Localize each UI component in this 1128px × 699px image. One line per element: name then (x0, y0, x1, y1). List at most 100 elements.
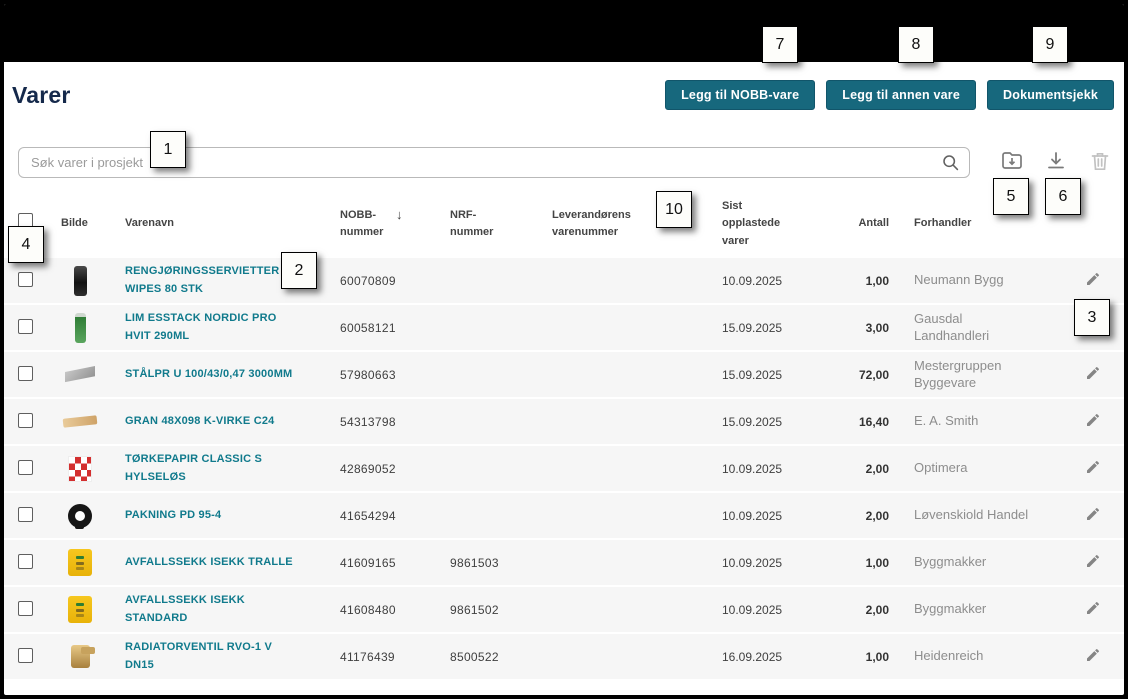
dealer-name: Gausdal Landhandleri (901, 311, 1061, 344)
product-thumbnail (75, 313, 86, 343)
last-uploaded-date: 10.09.2025 (709, 509, 839, 523)
pencil-icon (1085, 600, 1101, 619)
last-uploaded-date: 10.09.2025 (709, 556, 839, 570)
last-uploaded-date: 15.09.2025 (709, 368, 839, 382)
edit-button[interactable] (1080, 503, 1106, 529)
column-header-name: Varenavn (112, 215, 327, 232)
product-name-link[interactable]: RENGJØRINGSSERVIETTER WIPES 80 STK (125, 263, 303, 297)
download-icon (1044, 149, 1068, 176)
annotation-callout-9: 9 (1032, 26, 1068, 63)
dealer-name: Heidenreich (901, 648, 1061, 664)
pencil-icon (1085, 365, 1101, 384)
product-name-link[interactable]: PAKNING PD 95-4 (125, 507, 221, 524)
last-uploaded-date: 15.09.2025 (709, 321, 839, 335)
table-body: RENGJØRINGSSERVIETTER WIPES 80 STK 60070… (4, 258, 1124, 681)
table-header-row: Bilde Varenavn NOBB-nummer↓ NRF-nummer L… (4, 190, 1124, 258)
row-checkbox[interactable] (18, 366, 33, 381)
column-header-nobb[interactable]: NOBB-nummer ↓ (327, 207, 437, 241)
edit-button[interactable] (1080, 644, 1106, 670)
download-button[interactable] (1040, 146, 1072, 178)
add-nobb-product-button[interactable]: Legg til NOBB-vare (665, 80, 815, 110)
product-thumbnail (68, 596, 92, 623)
product-thumbnail (68, 549, 92, 576)
header-actions: Legg til NOBB-vare Legg til annen vare D… (665, 80, 1114, 110)
add-other-product-button[interactable]: Legg til annen vare (826, 80, 976, 110)
product-name-link[interactable]: LIM ESSTACK NORDIC PRO HVIT 290ML (125, 310, 303, 344)
pencil-icon (1085, 271, 1101, 290)
product-name-link[interactable]: AVFALLSSEKK ISEKK TRALLE (125, 554, 293, 571)
table-row: RADIATORVENTIL RVO-1 V DN15 41176439 850… (4, 634, 1124, 681)
nrf-number: 9861503 (437, 556, 539, 570)
pencil-icon (1085, 553, 1101, 572)
column-header-image: Bilde (48, 215, 112, 232)
quantity: 2,00 (839, 603, 901, 617)
nobb-number: 41609165 (327, 556, 437, 570)
nobb-number: 42869052 (327, 462, 437, 476)
dealer-name: Byggmakker (901, 554, 1061, 570)
row-checkbox[interactable] (18, 507, 33, 522)
last-uploaded-date: 15.09.2025 (709, 415, 839, 429)
column-header-nrf: NRF-nummer (437, 207, 539, 241)
document-check-button[interactable]: Dokumentsjekk (987, 80, 1114, 110)
import-to-folder-icon (1000, 149, 1024, 176)
table-row: LIM ESSTACK NORDIC PRO HVIT 290ML 600581… (4, 305, 1124, 352)
edit-button[interactable] (1080, 362, 1106, 388)
search-icon[interactable] (941, 153, 960, 177)
dealer-name: Mestergruppen Byggevare (901, 358, 1061, 391)
trash-icon (1088, 149, 1112, 176)
page-header: Varer Legg til NOBB-vare Legg til annen … (4, 62, 1124, 110)
table-row: TØRKEPAPIR CLASSIC S HYLSELØS 42869052 1… (4, 446, 1124, 493)
table-row: STÅLPR U 100/43/0,47 3000MM 57980663 15.… (4, 352, 1124, 399)
product-name-link[interactable]: TØRKEPAPIR CLASSIC S HYLSELØS (125, 451, 303, 485)
pencil-icon (1085, 647, 1101, 666)
column-header-nobb-label: NOBB-nummer (340, 207, 390, 241)
product-name-link[interactable]: RADIATORVENTIL RVO-1 V DN15 (125, 639, 303, 673)
nobb-number: 60070809 (327, 274, 437, 288)
nobb-number: 41176439 (327, 650, 437, 664)
pencil-icon (1085, 506, 1101, 525)
product-name-link[interactable]: AVFALLSSEKK ISEKK STANDARD (125, 592, 303, 626)
edit-button[interactable] (1080, 456, 1106, 482)
dealer-name: Løvenskiold Handel (901, 507, 1061, 523)
last-uploaded-date: 10.09.2025 (709, 462, 839, 476)
annotation-callout-7: 7 (762, 26, 798, 63)
annotation-callout-5: 5 (993, 178, 1029, 215)
row-checkbox[interactable] (18, 554, 33, 569)
column-header-last-uploaded: Sist opplastede varer (709, 198, 839, 249)
table-row: GRAN 48X098 K-VIRKE C24 54313798 15.09.2… (4, 399, 1124, 446)
row-checkbox[interactable] (18, 460, 33, 475)
product-name-link[interactable]: STÅLPR U 100/43/0,47 3000MM (125, 366, 292, 383)
row-checkbox[interactable] (18, 319, 33, 334)
edit-button[interactable] (1080, 550, 1106, 576)
import-to-folder-button[interactable] (996, 146, 1028, 178)
nobb-number: 60058121 (327, 321, 437, 335)
row-checkbox[interactable] (18, 601, 33, 616)
nobb-number: 41608480 (327, 603, 437, 617)
nobb-number: 41654294 (327, 509, 437, 523)
row-checkbox[interactable] (18, 648, 33, 663)
column-header-dealer: Forhandler (901, 215, 1061, 232)
last-uploaded-date: 16.09.2025 (709, 650, 839, 664)
product-name-link[interactable]: GRAN 48X098 K-VIRKE C24 (125, 413, 275, 430)
pencil-icon (1085, 459, 1101, 478)
pencil-icon (1085, 412, 1101, 431)
last-uploaded-date: 10.09.2025 (709, 274, 839, 288)
delete-button[interactable] (1084, 146, 1116, 178)
nrf-number: 9861502 (437, 603, 539, 617)
annotation-callout-6: 6 (1045, 178, 1081, 215)
edit-button[interactable] (1080, 268, 1106, 294)
sort-descending-icon[interactable]: ↓ (396, 207, 403, 223)
product-thumbnail (71, 645, 90, 668)
table-tools (996, 146, 1116, 178)
annotation-callout-10: 10 (656, 191, 692, 228)
product-thumbnail (68, 456, 92, 482)
quantity: 3,00 (839, 321, 901, 335)
last-uploaded-date: 10.09.2025 (709, 603, 839, 617)
edit-button[interactable] (1080, 597, 1106, 623)
table-row: RENGJØRINGSSERVIETTER WIPES 80 STK 60070… (4, 258, 1124, 305)
row-checkbox[interactable] (18, 413, 33, 428)
row-checkbox[interactable] (18, 272, 33, 287)
quantity: 1,00 (839, 274, 901, 288)
edit-button[interactable] (1080, 409, 1106, 435)
table-row: AVFALLSSEKK ISEKK TRALLE 41609165 986150… (4, 540, 1124, 587)
